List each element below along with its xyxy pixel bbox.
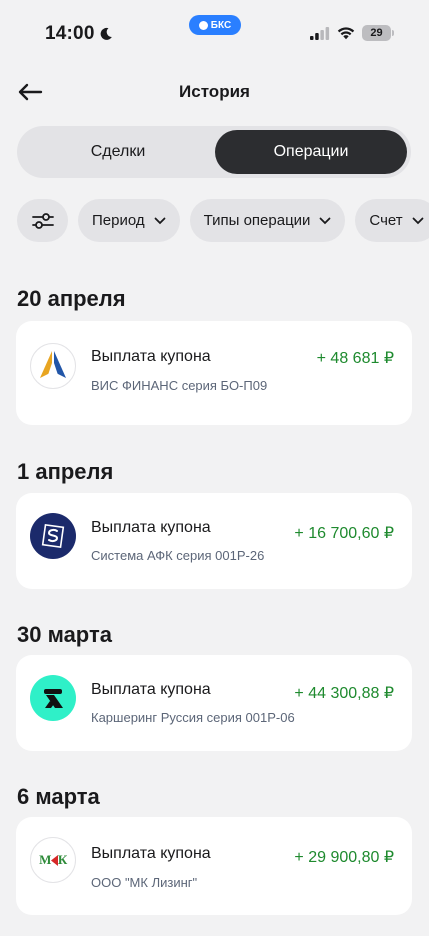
- filter-account[interactable]: Счет: [355, 199, 429, 242]
- carsharing-logo-icon: [30, 675, 76, 721]
- sliders-icon: [31, 212, 54, 229]
- filter-operation-types[interactable]: Типы операции: [189, 199, 346, 242]
- section-date: 30 марта: [17, 622, 112, 647]
- section-date: 1 апреля: [17, 459, 114, 484]
- moon-icon: [100, 27, 112, 40]
- mk-leasing-logo-icon: М К: [30, 837, 76, 883]
- filter-period[interactable]: Период: [78, 199, 180, 242]
- cellular-signal-icon: [310, 27, 330, 40]
- chevron-down-icon: [412, 217, 424, 224]
- operation-subtitle: ООО "МК Лизинг": [91, 875, 198, 890]
- chevron-down-icon: [320, 217, 331, 224]
- operation-subtitle: Каршеринг Руссия серия 001Р-06: [91, 710, 295, 725]
- header: История: [0, 72, 429, 112]
- operation-title: Выплата купона: [91, 348, 211, 365]
- app-pill[interactable]: БКС: [189, 15, 241, 35]
- status-time-wrap: 14:00: [45, 23, 113, 45]
- wifi-icon: [337, 27, 355, 40]
- mk-logo-mark-icon: [50, 854, 58, 866]
- app-pill-dot-icon: [198, 20, 208, 30]
- page-title: История: [179, 82, 250, 101]
- segmented-tabs: Сделки Операции: [17, 126, 411, 178]
- status-bar: 14:00 БКС 29: [0, 0, 429, 68]
- operation-title: Выплата купона: [91, 519, 211, 536]
- tab-operations[interactable]: Операции: [215, 130, 407, 174]
- operation-title: Выплата купона: [91, 681, 211, 698]
- filter-period-label: Период: [92, 212, 145, 229]
- filter-operation-types-label: Типы операции: [203, 212, 311, 229]
- operation-card[interactable]: М К Выплата купона ООО "МК Лизинг" + 29 …: [16, 817, 412, 915]
- operation-title: Выплата купона: [91, 845, 211, 862]
- operation-amount: + 44 300,88 ₽: [294, 685, 394, 702]
- chevron-down-icon: [154, 217, 166, 224]
- tab-deals[interactable]: Сделки: [21, 130, 215, 174]
- filter-chips: Период Типы операции Счет: [17, 199, 429, 243]
- operation-card[interactable]: Выплата купона Каршеринг Руссия серия 00…: [16, 655, 412, 751]
- operation-card[interactable]: Выплата купона Система АФК серия 001Р-26…: [16, 493, 412, 589]
- operation-amount: + 16 700,60 ₽: [294, 525, 394, 542]
- operation-amount: + 48 681 ₽: [316, 350, 394, 367]
- status-icons: 29: [310, 25, 394, 41]
- mk-logo-letter-left: М: [39, 852, 51, 867]
- operation-subtitle: Система АФК серия 001Р-26: [91, 548, 265, 563]
- mk-logo-letter-right: К: [57, 852, 67, 867]
- section-date: 6 марта: [17, 784, 100, 809]
- app-pill-label: БКС: [210, 19, 232, 31]
- status-time: 14:00: [45, 23, 95, 44]
- vis-finance-logo-icon: [30, 343, 76, 389]
- filter-settings-button[interactable]: [17, 199, 68, 242]
- filter-account-label: Счет: [369, 212, 403, 229]
- sistema-logo-icon: [30, 513, 76, 559]
- section-date: 20 апреля: [17, 286, 126, 311]
- operation-card[interactable]: Выплата купона ВИС ФИНАНС серия БО-П09 +…: [16, 321, 412, 425]
- operation-amount: + 29 900,80 ₽: [294, 849, 394, 866]
- battery-icon: 29: [362, 25, 394, 41]
- operation-subtitle: ВИС ФИНАНС серия БО-П09: [91, 378, 268, 393]
- battery-level: 29: [370, 27, 383, 39]
